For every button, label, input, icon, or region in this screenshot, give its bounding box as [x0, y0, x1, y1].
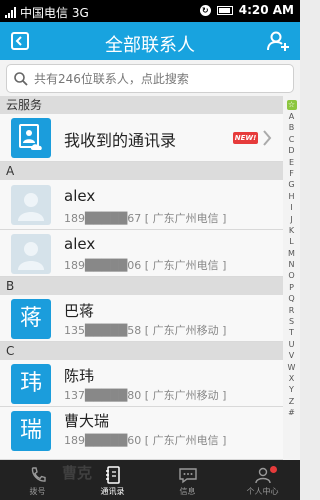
clock: 4:20 AM — [238, 3, 294, 17]
index-letter[interactable]: G — [283, 179, 300, 190]
contact-name: 巴蒋 — [64, 302, 95, 320]
avatar-placeholder-icon — [11, 234, 51, 274]
tab-label: 信息 — [179, 487, 196, 496]
title-bar: 全部联系人 — [0, 22, 300, 60]
tab-dial[interactable]: 拨号 — [0, 460, 75, 500]
index-letter[interactable]: F — [283, 168, 300, 179]
index-letter[interactable]: B — [283, 122, 300, 133]
contact-detail: 189█████60 [ 广东广州电信 ] — [64, 434, 227, 447]
index-letter[interactable]: K — [283, 225, 300, 236]
contact-detail: 189█████67 [ 广东广州电信 ] — [64, 212, 227, 225]
index-letter[interactable]: Y — [283, 384, 300, 395]
signal-icon — [5, 7, 16, 18]
index-letter[interactable]: J — [283, 214, 300, 225]
chevron-right-icon — [263, 130, 272, 146]
tab-label: 拨号 — [29, 487, 46, 496]
tab-messages[interactable]: 信息 — [150, 460, 225, 500]
section-header-a: A — [0, 162, 283, 180]
index-letter[interactable]: S — [283, 316, 300, 327]
index-letter[interactable]: E — [283, 157, 300, 168]
index-letter[interactable]: # — [283, 407, 300, 418]
contact-avatar: 蒋 — [11, 299, 51, 339]
cloud-contacts-icon — [11, 118, 51, 158]
search-box[interactable] — [6, 64, 294, 93]
index-letter[interactable]: C — [283, 134, 300, 145]
contact-detail: 135█████58 [ 广东广州移动 ] — [64, 324, 227, 337]
index-letter[interactable]: V — [283, 350, 300, 361]
contact-avatar: 玮 — [11, 364, 51, 404]
contact-name: alex — [64, 187, 96, 205]
tab-profile[interactable]: 个人中心 — [225, 460, 300, 500]
contact-row[interactable]: 玮 陈玮 137█████80 [ 广东广州移动 ] — [0, 360, 283, 407]
tab-contacts[interactable]: 通讯录 — [75, 460, 150, 500]
received-contacts-item[interactable]: 我收到的通讯录 NEW! — [0, 114, 283, 162]
index-letter[interactable]: M — [283, 248, 300, 259]
search-input[interactable] — [34, 68, 289, 89]
index-letter[interactable]: Q — [283, 293, 300, 304]
section-header-c: C — [0, 342, 283, 360]
contact-row[interactable]: alex 189█████06 [ 广东广州电信 ] — [0, 230, 283, 277]
index-letter[interactable]: I — [283, 202, 300, 213]
index-letter[interactable]: T — [283, 327, 300, 338]
index-letter[interactable]: R — [283, 305, 300, 316]
bottom-tab-bar: 曹克 拨号 通讯录 信息 个人中心 — [0, 460, 300, 500]
contact-detail: 189█████06 [ 广东广州电信 ] — [64, 259, 227, 272]
phone-icon — [31, 467, 46, 482]
index-letter[interactable]: A — [283, 111, 300, 122]
search-icon — [14, 72, 28, 86]
tab-label: 通讯录 — [100, 487, 125, 496]
carrier-label: 中国电信 3G — [20, 6, 89, 20]
index-letter[interactable]: H — [283, 191, 300, 202]
add-contact-button[interactable] — [264, 28, 292, 54]
section-header-cloud: 云服务 — [0, 96, 283, 114]
contact-name: alex — [64, 235, 96, 253]
search-area — [0, 60, 300, 96]
star-icon[interactable]: ☆ — [286, 100, 297, 110]
contact-row[interactable]: 瑞 曹大瑞 189█████60 [ 广东广州电信 ] — [0, 407, 283, 460]
new-badge: NEW! — [233, 132, 258, 144]
index-letter[interactable]: W — [283, 362, 300, 373]
page-title: 全部联系人 — [105, 35, 195, 56]
section-header-b: B — [0, 277, 283, 295]
contact-name: 曹大瑞 — [64, 412, 110, 430]
index-letter[interactable]: N — [283, 259, 300, 270]
received-contacts-label: 我收到的通讯录 — [64, 131, 177, 150]
index-letter[interactable]: O — [283, 270, 300, 281]
contact-name: 陈玮 — [64, 367, 95, 385]
notification-dot — [270, 466, 277, 473]
avatar-placeholder-icon — [11, 185, 51, 225]
battery-icon — [216, 5, 233, 15]
sync-icon: ↻ — [199, 4, 211, 16]
index-letter[interactable]: X — [283, 373, 300, 384]
index-letter[interactable]: P — [283, 282, 300, 293]
add-user-icon — [267, 31, 289, 51]
contacts-icon — [105, 466, 120, 484]
contact-row[interactable]: 蒋 巴蒋 135█████58 [ 广东广州移动 ] — [0, 295, 283, 342]
index-letter[interactable]: U — [283, 339, 300, 350]
alphabet-index[interactable]: ☆ A B C D E F G H I J K L M N O P Q R S T U V W X Y Z # — [283, 96, 300, 460]
index-letter[interactable]: Z — [283, 396, 300, 407]
message-icon — [178, 468, 197, 484]
contact-detail: 137█████80 [ 广东广州移动 ] — [64, 389, 227, 402]
tab-label: 个人中心 — [246, 487, 279, 496]
index-letter[interactable]: D — [283, 145, 300, 156]
index-letter[interactable]: L — [283, 236, 300, 247]
status-bar: 中国电信 3G ↻ 4:20 AM — [0, 0, 300, 22]
contact-avatar: 瑞 — [11, 411, 51, 451]
contact-row[interactable]: alex 189█████67 [ 广东广州电信 ] — [0, 180, 283, 230]
